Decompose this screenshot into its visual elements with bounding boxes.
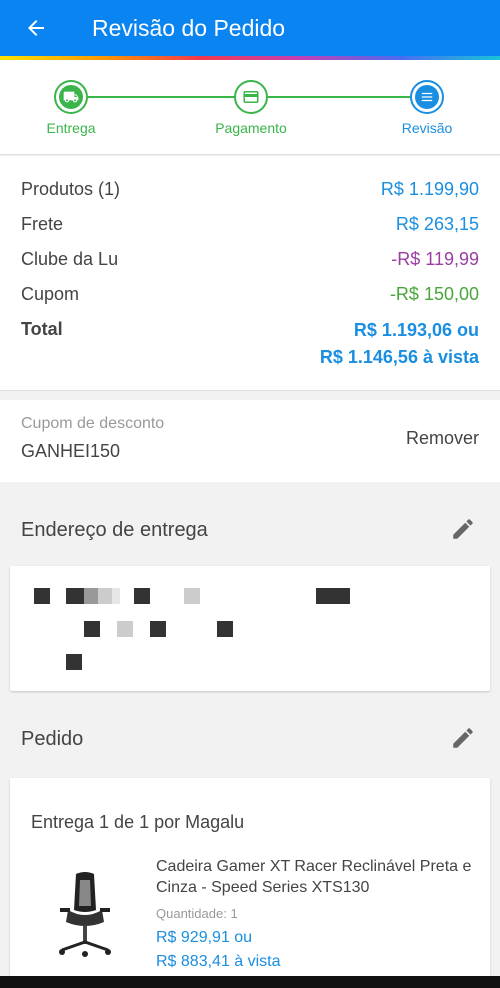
redacted-text <box>316 588 350 604</box>
address-section-title: Endereço de entrega <box>21 519 208 541</box>
address-card[interactable] <box>10 566 490 691</box>
app-bar: Revisão do Pedido <box>0 0 500 56</box>
summary-row-products: Produtos (1) R$ 1.199,90 <box>21 179 479 200</box>
edit-address-icon[interactable] <box>450 516 476 542</box>
coupon-summary-value: -R$ 150,00 <box>389 284 479 304</box>
redacted-text <box>34 588 50 604</box>
coupon-code: GANHEI150 <box>21 441 121 461</box>
card-icon <box>243 91 259 103</box>
step-entrega[interactable] <box>54 80 88 114</box>
page-title: Revisão do Pedido <box>92 14 286 41</box>
redacted-text <box>150 621 166 637</box>
step-connector <box>268 96 410 98</box>
product-price-cash: R$ 883,41 à vista <box>156 953 281 970</box>
order-summary: Produtos (1) R$ 1.199,90 Frete R$ 263,15… <box>0 156 500 391</box>
step-revisao[interactable] <box>410 80 444 114</box>
redacted-text <box>117 621 133 637</box>
order-card: Entrega 1 de 1 por Magalu Cadeira Gamer … <box>10 778 490 988</box>
summary-row-total: Total R$ 1.193,06 ou R$ 1.146,56 à vista <box>21 319 479 371</box>
coupon-summary-label: Cupom <box>21 284 80 304</box>
redacted-text <box>112 588 120 604</box>
redacted-text <box>98 588 112 604</box>
checkout-stepper: Entrega Pagamento Revisão <box>0 60 500 155</box>
summary-row-club: Clube da Lu -R$ 119,99 <box>21 249 479 270</box>
redacted-text <box>84 588 98 604</box>
product-price-installment: R$ 929,91 ou <box>156 929 253 946</box>
product-quantity: Quantidade: 1 <box>156 906 238 921</box>
shipping-label: Frete <box>21 214 64 234</box>
redacted-text <box>66 654 82 670</box>
product-name[interactable]: Cadeira Gamer XT Racer Reclinável Preta … <box>156 856 476 898</box>
back-button[interactable] <box>0 0 72 56</box>
order-section-title: Pedido <box>21 728 84 750</box>
redacted-text <box>84 621 100 637</box>
edit-order-icon[interactable] <box>450 725 476 751</box>
summary-row-coupon: Cupom -R$ 150,00 <box>21 284 479 305</box>
products-value: R$ 1.199,90 <box>380 179 479 199</box>
step-label-entrega: Entrega <box>46 120 96 136</box>
step-label-pagamento: Pagamento <box>215 120 287 136</box>
shipping-value: R$ 263,15 <box>395 214 479 234</box>
total-installment: R$ 1.193,06 ou <box>353 320 479 340</box>
redacted-text <box>66 588 84 604</box>
redacted-text <box>217 621 233 637</box>
step-pagamento[interactable] <box>234 80 268 114</box>
club-label: Clube da Lu <box>21 249 119 269</box>
total-label: Total <box>21 319 63 339</box>
arrow-left-icon <box>28 20 44 36</box>
redacted-text <box>134 588 150 604</box>
total-cash: R$ 1.146,56 à vista <box>319 347 479 367</box>
summary-row-shipping: Frete R$ 263,15 <box>21 214 479 235</box>
system-nav-bar <box>0 976 500 988</box>
club-value: -R$ 119,99 <box>391 249 479 269</box>
step-label-revisao: Revisão <box>401 120 453 136</box>
truck-icon <box>63 91 79 103</box>
step-connector <box>88 96 236 98</box>
coupon-card: Cupom de desconto GANHEI150 Remover <box>0 400 500 482</box>
delivery-header: Entrega 1 de 1 por Magalu <box>31 812 245 832</box>
coupon-label: Cupom de desconto <box>21 415 165 432</box>
list-icon <box>421 92 433 102</box>
total-value: R$ 1.193,06 ou R$ 1.146,56 à vista <box>320 317 479 371</box>
products-label: Produtos (1) <box>21 179 121 199</box>
remove-coupon-button[interactable]: Remover <box>406 428 479 449</box>
redacted-text <box>184 588 200 604</box>
product-image[interactable] <box>50 870 120 960</box>
